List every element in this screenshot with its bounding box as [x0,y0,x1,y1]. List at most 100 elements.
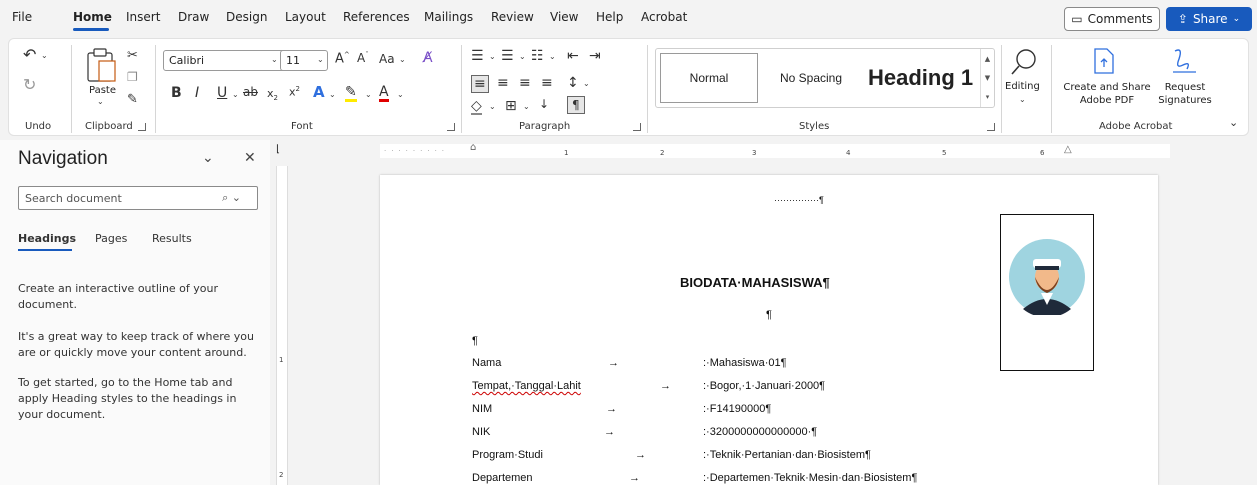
highlight-dropdown-icon[interactable]: ⌄ [365,90,372,99]
close-icon[interactable]: ✕ [244,150,256,166]
bullets-dropdown-icon[interactable]: ⌄ [489,52,496,61]
tab-layout[interactable]: Layout [285,10,326,24]
search-input[interactable]: Search document ⌕ ⌄ [18,186,258,210]
multilevel-list-icon[interactable]: ☷ [531,49,544,63]
bullets-icon[interactable]: ☰ [471,49,484,63]
paste-label[interactable]: Paste [89,85,116,96]
tab-home[interactable]: Home [73,10,112,24]
styles-launcher-icon[interactable] [987,123,995,131]
multilevel-dropdown-icon[interactable]: ⌄ [549,52,556,61]
grow-font-icon[interactable]: A^ [335,52,350,66]
horizontal-ruler[interactable]: ········· ⌂ 1 2 3 4 5 6 △ [292,140,1257,162]
tab-selector-icon[interactable]: ⌊ [276,144,280,155]
chevron-up-icon[interactable]: ▲ [985,55,990,63]
document-area[interactable]: ···············¶ BIODATA·MAHASISWA¶ ¶ ¶ … [292,162,1257,485]
collapse-ribbon-icon[interactable]: ⌄ [1229,117,1238,128]
subscript-icon[interactable]: x2 [267,88,278,102]
indent-marker-icon[interactable]: ⌂ [470,142,476,153]
align-left-icon[interactable]: ≡ [471,75,489,93]
styles-scroll[interactable]: ▲ ▼ ▾ [980,49,994,107]
tab-insert[interactable]: Insert [126,10,160,24]
editing-dropdown-icon[interactable]: ⌄ [1019,95,1026,104]
justify-icon[interactable]: ≡ [541,76,553,90]
underline-icon[interactable]: U [217,86,227,100]
font-name-dropdown-icon[interactable]: ⌄ [271,55,278,64]
show-formatting-marks-icon[interactable]: ¶ [567,96,585,114]
style-no-spacing[interactable]: No Spacing [762,53,860,103]
request-signatures-button[interactable]: Request Signatures [1155,81,1215,107]
superscript-icon[interactable]: x2 [289,86,300,98]
tab-results[interactable]: Results [152,232,192,245]
pdf-share-icon[interactable] [1091,47,1117,75]
document-title: BIODATA·MAHASISWA¶ [680,275,830,290]
tab-headings[interactable]: Headings [18,232,76,245]
signature-icon[interactable] [1169,47,1199,75]
text-effects-icon[interactable]: A [313,85,325,100]
change-case-dropdown-icon[interactable]: ⌄ [399,55,406,64]
text-effects-dropdown-icon[interactable]: ⌄ [329,90,336,99]
change-case-icon[interactable]: Aa [379,53,395,65]
numbering-icon[interactable]: ☰ [501,49,514,63]
font-color-dropdown-icon[interactable]: ⌄ [397,90,404,99]
borders-dropdown-icon[interactable]: ⌄ [523,102,530,111]
tab-references[interactable]: References [343,10,410,24]
create-share-pdf-button[interactable]: Create and Share Adobe PDF [1061,81,1153,107]
tab-arrow: → [606,403,617,415]
search-icon[interactable]: ⌕ ⌄ [222,191,241,205]
photo-frame[interactable] [1000,214,1094,371]
paste-dropdown-icon[interactable]: ⌄ [97,97,104,106]
copy-icon[interactable]: ❐ [127,71,138,83]
align-center-icon[interactable]: ≡ [497,76,509,90]
chevron-down-icon[interactable]: ▼ [985,74,990,82]
tab-review[interactable]: Review [491,10,534,24]
more-styles-icon[interactable]: ▾ [986,93,990,101]
strikethrough-icon[interactable]: ab [243,86,258,98]
comments-button[interactable]: ▭ Comments [1064,7,1160,31]
tab-mailings[interactable]: Mailings [424,10,473,24]
highlight-icon[interactable]: ✎ [345,85,357,102]
share-button[interactable]: ⇪ Share ⌄ [1166,7,1252,31]
clear-formatting-icon[interactable]: A̸ [423,51,433,65]
decrease-indent-icon[interactable]: ⇤ [567,49,579,63]
underline-dropdown-icon[interactable]: ⌄ [232,90,239,99]
vertical-ruler[interactable]: ⌊ 1 2 [272,140,292,485]
tab-view[interactable]: View [550,10,578,24]
clipboard-launcher-icon[interactable] [138,123,146,131]
redo-icon[interactable]: ↻ [23,77,36,93]
numbering-dropdown-icon[interactable]: ⌄ [519,52,526,61]
format-painter-icon[interactable]: ✎ [127,93,138,106]
font-size-dropdown-icon[interactable]: ⌄ [317,55,324,64]
style-normal[interactable]: Normal [660,53,758,103]
tab-help[interactable]: Help [596,10,623,24]
pane-options-icon[interactable]: ⌄ [202,150,214,166]
shading-icon[interactable]: ◇ [471,99,482,115]
borders-icon[interactable]: ⊞ [505,99,517,113]
search-icon[interactable] [1009,47,1039,77]
line-spacing-icon[interactable]: ↕ [567,76,579,90]
align-right-icon[interactable]: ≡ [519,76,531,90]
line-spacing-dropdown-icon[interactable]: ⌄ [583,79,590,88]
font-launcher-icon[interactable] [447,123,455,131]
paragraph-launcher-icon[interactable] [633,123,641,131]
tab-design[interactable]: Design [226,10,267,24]
style-heading-1[interactable]: Heading 1 [864,53,976,103]
shrink-font-icon[interactable]: Aˇ [357,52,369,65]
tab-arrow: → [608,357,619,369]
sort-icon[interactable]: ↓ [539,98,549,110]
tab-acrobat[interactable]: Acrobat [641,10,687,24]
bold-icon[interactable]: B [171,86,182,100]
font-color-icon[interactable]: A [379,85,389,102]
tab-pages[interactable]: Pages [95,232,127,245]
shading-dropdown-icon[interactable]: ⌄ [489,102,496,111]
cut-icon[interactable]: ✂ [127,49,138,62]
editing-label[interactable]: Editing [1005,81,1040,92]
tab-file[interactable]: File [12,10,32,24]
italic-icon[interactable]: I [195,86,199,100]
undo-icon[interactable]: ↶ [23,47,36,63]
document-page[interactable]: ···············¶ BIODATA·MAHASISWA¶ ¶ ¶ … [380,175,1158,485]
right-indent-marker-icon[interactable]: △ [1064,144,1072,155]
increase-indent-icon[interactable]: ⇥ [589,49,601,63]
tab-draw[interactable]: Draw [178,10,209,24]
undo-dropdown-icon[interactable]: ⌄ [41,51,48,60]
paste-icon[interactable] [85,47,119,83]
